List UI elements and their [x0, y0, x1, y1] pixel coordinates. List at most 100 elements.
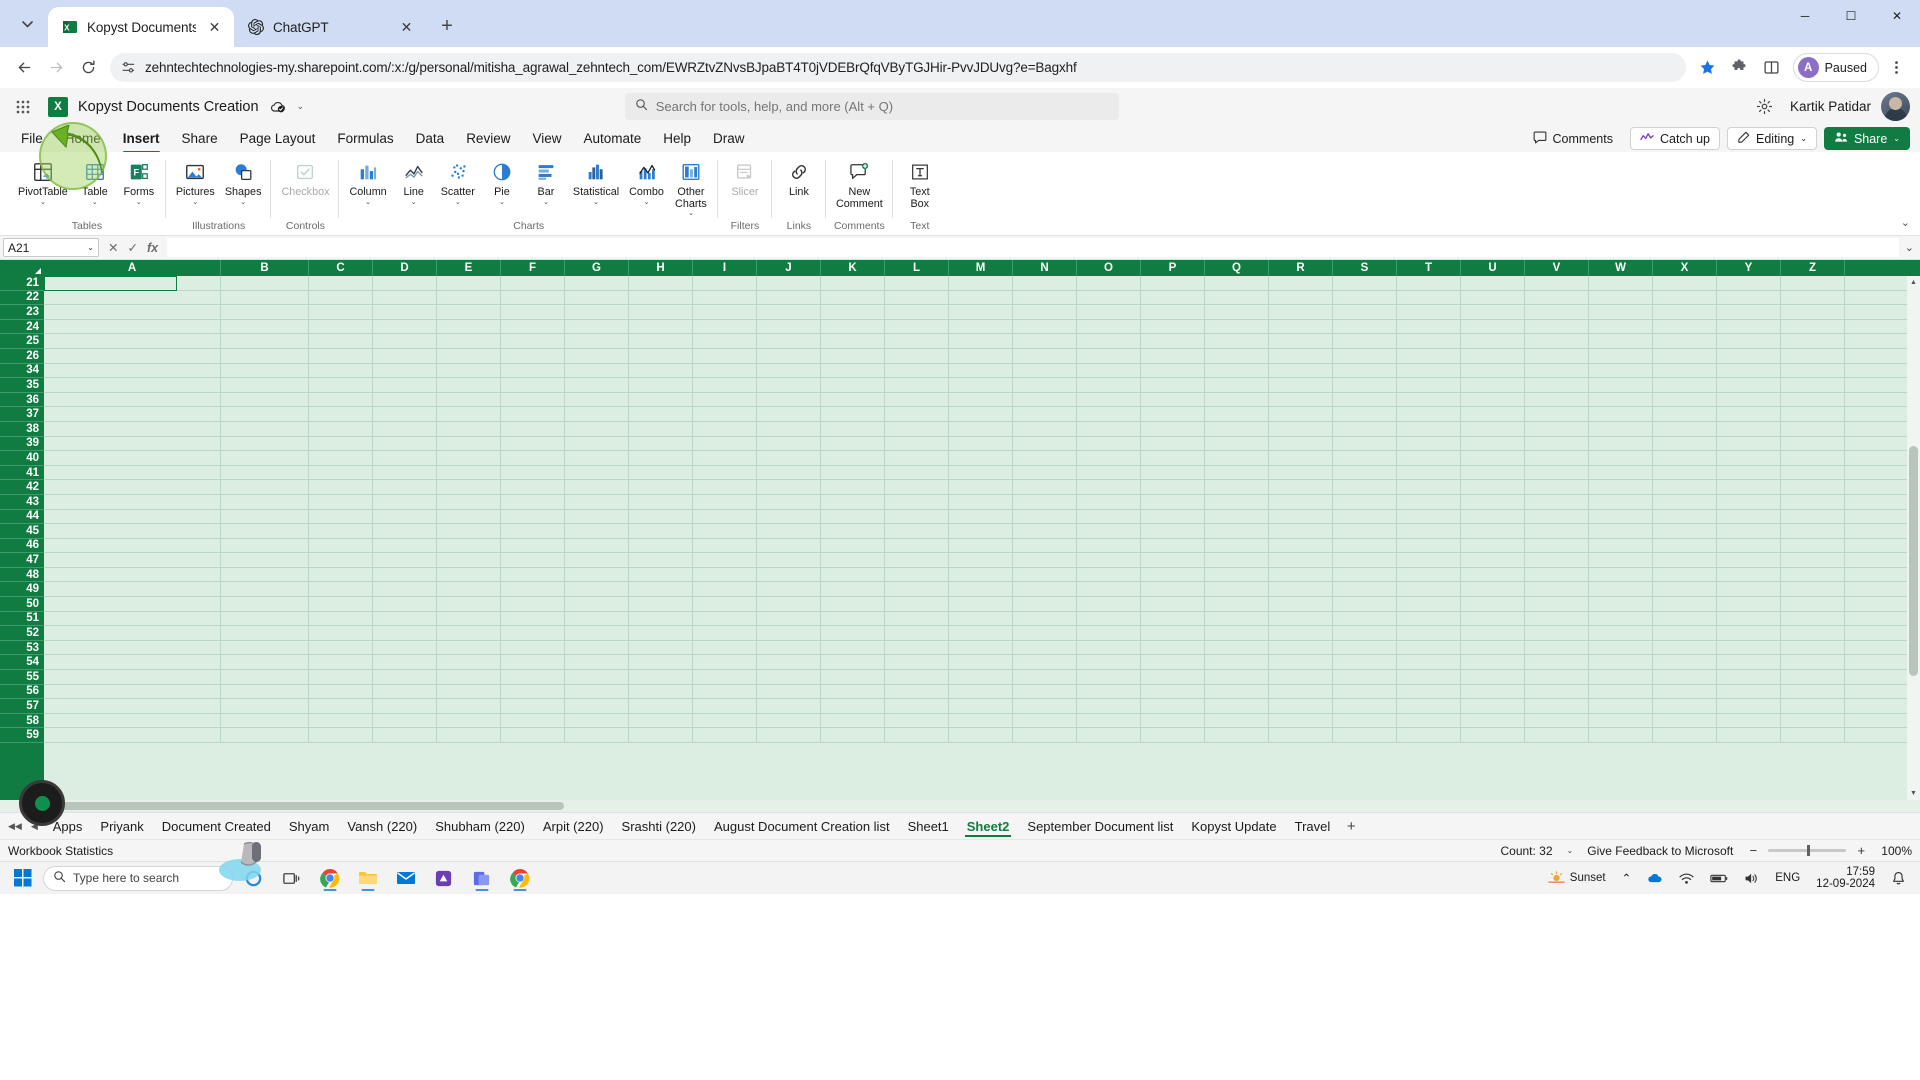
cell-B48[interactable]	[221, 567, 309, 582]
cell-R56[interactable]	[1269, 684, 1333, 699]
cell-I22[interactable]	[693, 290, 757, 305]
row-header-55[interactable]: 55	[0, 670, 44, 685]
cell-K42[interactable]	[821, 480, 885, 494]
cell-I21[interactable]	[693, 276, 757, 290]
cell-F45[interactable]	[501, 524, 565, 538]
cell-U47[interactable]	[1461, 553, 1525, 567]
cell-W37[interactable]	[1589, 407, 1653, 421]
row-header-23[interactable]: 23	[0, 305, 44, 320]
cell-W35[interactable]	[1589, 378, 1653, 392]
column-header-i[interactable]: I	[693, 260, 757, 276]
split-screen-icon[interactable]	[1757, 53, 1787, 83]
cell-R53[interactable]	[1269, 640, 1333, 655]
cell-N21[interactable]	[1013, 276, 1077, 290]
cell-R50[interactable]	[1269, 597, 1333, 611]
cell-Q24[interactable]	[1205, 319, 1269, 334]
cell-L51[interactable]	[885, 611, 949, 626]
expand-formula-bar-icon[interactable]: ⌄	[1899, 241, 1914, 254]
cell-E49[interactable]	[437, 582, 501, 597]
ribbon-tab-help[interactable]: Help	[652, 128, 702, 149]
cell-G44[interactable]	[565, 509, 629, 524]
cell-P44[interactable]	[1141, 509, 1205, 524]
star-filled-icon[interactable]	[1693, 53, 1723, 83]
chevron-down-icon[interactable]: ⌄	[499, 199, 505, 206]
cell-K24[interactable]	[821, 319, 885, 334]
cell-N58[interactable]	[1013, 713, 1077, 728]
zoom-level-label[interactable]: 100%	[1881, 844, 1912, 858]
cell-V37[interactable]	[1525, 407, 1589, 421]
cell-P26[interactable]	[1141, 348, 1205, 363]
cell-K53[interactable]	[821, 640, 885, 655]
minimize-button[interactable]: ─	[1782, 0, 1828, 32]
cell-C55[interactable]	[309, 670, 373, 684]
cell-D45[interactable]	[373, 524, 437, 538]
cell-E45[interactable]	[437, 524, 501, 538]
cell-O34[interactable]	[1077, 363, 1141, 378]
cell-X48[interactable]	[1653, 567, 1717, 582]
cell-H49[interactable]	[629, 582, 693, 597]
cell-P50[interactable]	[1141, 597, 1205, 611]
cell-J25[interactable]	[757, 334, 821, 348]
pictures-button[interactable]: Pictures ⌄	[171, 156, 220, 207]
cell-E42[interactable]	[437, 480, 501, 494]
cell-U49[interactable]	[1461, 582, 1525, 597]
cell-J38[interactable]	[757, 421, 821, 436]
zoom-slider[interactable]	[1768, 845, 1847, 856]
cell-C39[interactable]	[309, 436, 373, 451]
cell-T58[interactable]	[1397, 713, 1461, 728]
sheet-tab-vansh[interactable]: Vansh (220)	[338, 815, 426, 838]
cell-G54[interactable]	[565, 655, 629, 670]
cell-M44[interactable]	[949, 509, 1013, 524]
cell-I39[interactable]	[693, 436, 757, 451]
screen-recorder-indicator[interactable]	[19, 780, 65, 826]
cell-X43[interactable]	[1653, 494, 1717, 509]
cell-I58[interactable]	[693, 713, 757, 728]
cell-N56[interactable]	[1013, 684, 1077, 699]
cell-V44[interactable]	[1525, 509, 1589, 524]
cell-E53[interactable]	[437, 640, 501, 655]
chevron-down-icon[interactable]: ⌄	[644, 199, 650, 206]
cell-A49[interactable]	[44, 582, 221, 597]
bar-chart-button[interactable]: Bar ⌄	[524, 156, 568, 207]
name-box[interactable]: A21 ⌄	[3, 238, 99, 257]
cell-Q44[interactable]	[1205, 509, 1269, 524]
cell-V54[interactable]	[1525, 655, 1589, 670]
cell-W55[interactable]	[1589, 670, 1653, 684]
cell-N37[interactable]	[1013, 407, 1077, 421]
cell-P21[interactable]	[1141, 276, 1205, 290]
cell-A52[interactable]	[44, 626, 221, 640]
cell-B43[interactable]	[221, 494, 309, 509]
catch-up-button[interactable]: Catch up	[1629, 127, 1720, 150]
cell-R46[interactable]	[1269, 538, 1333, 553]
cell-A25[interactable]	[44, 334, 221, 348]
cell-V22[interactable]	[1525, 290, 1589, 305]
cell-Y39[interactable]	[1717, 436, 1781, 451]
cell-P38[interactable]	[1141, 421, 1205, 436]
cell-W39[interactable]	[1589, 436, 1653, 451]
cell-P46[interactable]	[1141, 538, 1205, 553]
cell-Z41[interactable]	[1781, 465, 1845, 480]
cell-U21[interactable]	[1461, 276, 1525, 290]
cell-Z53[interactable]	[1781, 640, 1845, 655]
cell-Z22[interactable]	[1781, 290, 1845, 305]
column-header-t[interactable]: T	[1397, 260, 1461, 276]
chevron-down-icon[interactable]: ⌄	[192, 199, 198, 206]
cell-O35[interactable]	[1077, 378, 1141, 392]
cell-B25[interactable]	[221, 334, 309, 348]
cell-L57[interactable]	[885, 699, 949, 713]
cell-J21[interactable]	[757, 276, 821, 290]
scroll-down-icon[interactable]: ▼	[1907, 787, 1920, 800]
cell-V38[interactable]	[1525, 421, 1589, 436]
row-header-43[interactable]: 43	[0, 495, 44, 510]
cell-C54[interactable]	[309, 655, 373, 670]
cell-W21[interactable]	[1589, 276, 1653, 290]
cell-I53[interactable]	[693, 640, 757, 655]
cell-P45[interactable]	[1141, 524, 1205, 538]
cell-W51[interactable]	[1589, 611, 1653, 626]
cell-G35[interactable]	[565, 378, 629, 392]
cell-O46[interactable]	[1077, 538, 1141, 553]
cell-B41[interactable]	[221, 465, 309, 480]
column-header-c[interactable]: C	[309, 260, 373, 276]
cell-V59[interactable]	[1525, 728, 1589, 742]
shapes-button[interactable]: Shapes ⌄	[220, 156, 267, 207]
